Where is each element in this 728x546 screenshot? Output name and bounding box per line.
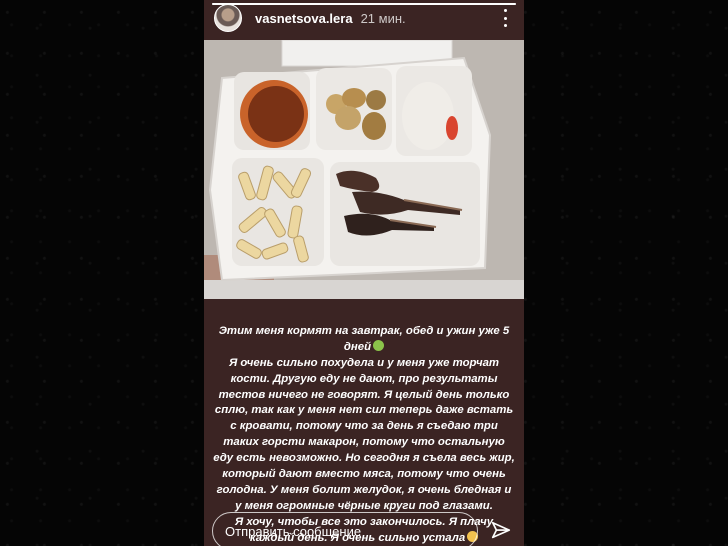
food-tray-photo xyxy=(204,39,524,299)
reply-placeholder: Отправить сообщение xyxy=(225,523,362,539)
send-icon[interactable] xyxy=(490,520,512,542)
story-viewer[interactable]: vasnetsova.lera 21 мин. Этим меня кормят… xyxy=(204,0,524,546)
food-tray-illustration xyxy=(204,39,524,299)
reply-input[interactable]: Отправить сообщение xyxy=(212,512,478,546)
story-header: vasnetsova.lera 21 мин. xyxy=(214,3,516,33)
more-vertical-icon[interactable] xyxy=(500,9,510,27)
nauseated-face-emoji xyxy=(373,339,385,351)
caption-line-1: Этим меня кормят на завтрак, обед и ужин… xyxy=(218,324,510,353)
caption-paragraph: Я очень сильно похудела и у меня уже тор… xyxy=(213,356,515,512)
username[interactable]: vasnetsova.lera xyxy=(255,11,353,26)
story-caption: Этим меня кормят на завтрак, обед и ужин… xyxy=(212,308,516,546)
post-time: 21 мин. xyxy=(360,10,406,26)
avatar[interactable] xyxy=(214,4,242,32)
